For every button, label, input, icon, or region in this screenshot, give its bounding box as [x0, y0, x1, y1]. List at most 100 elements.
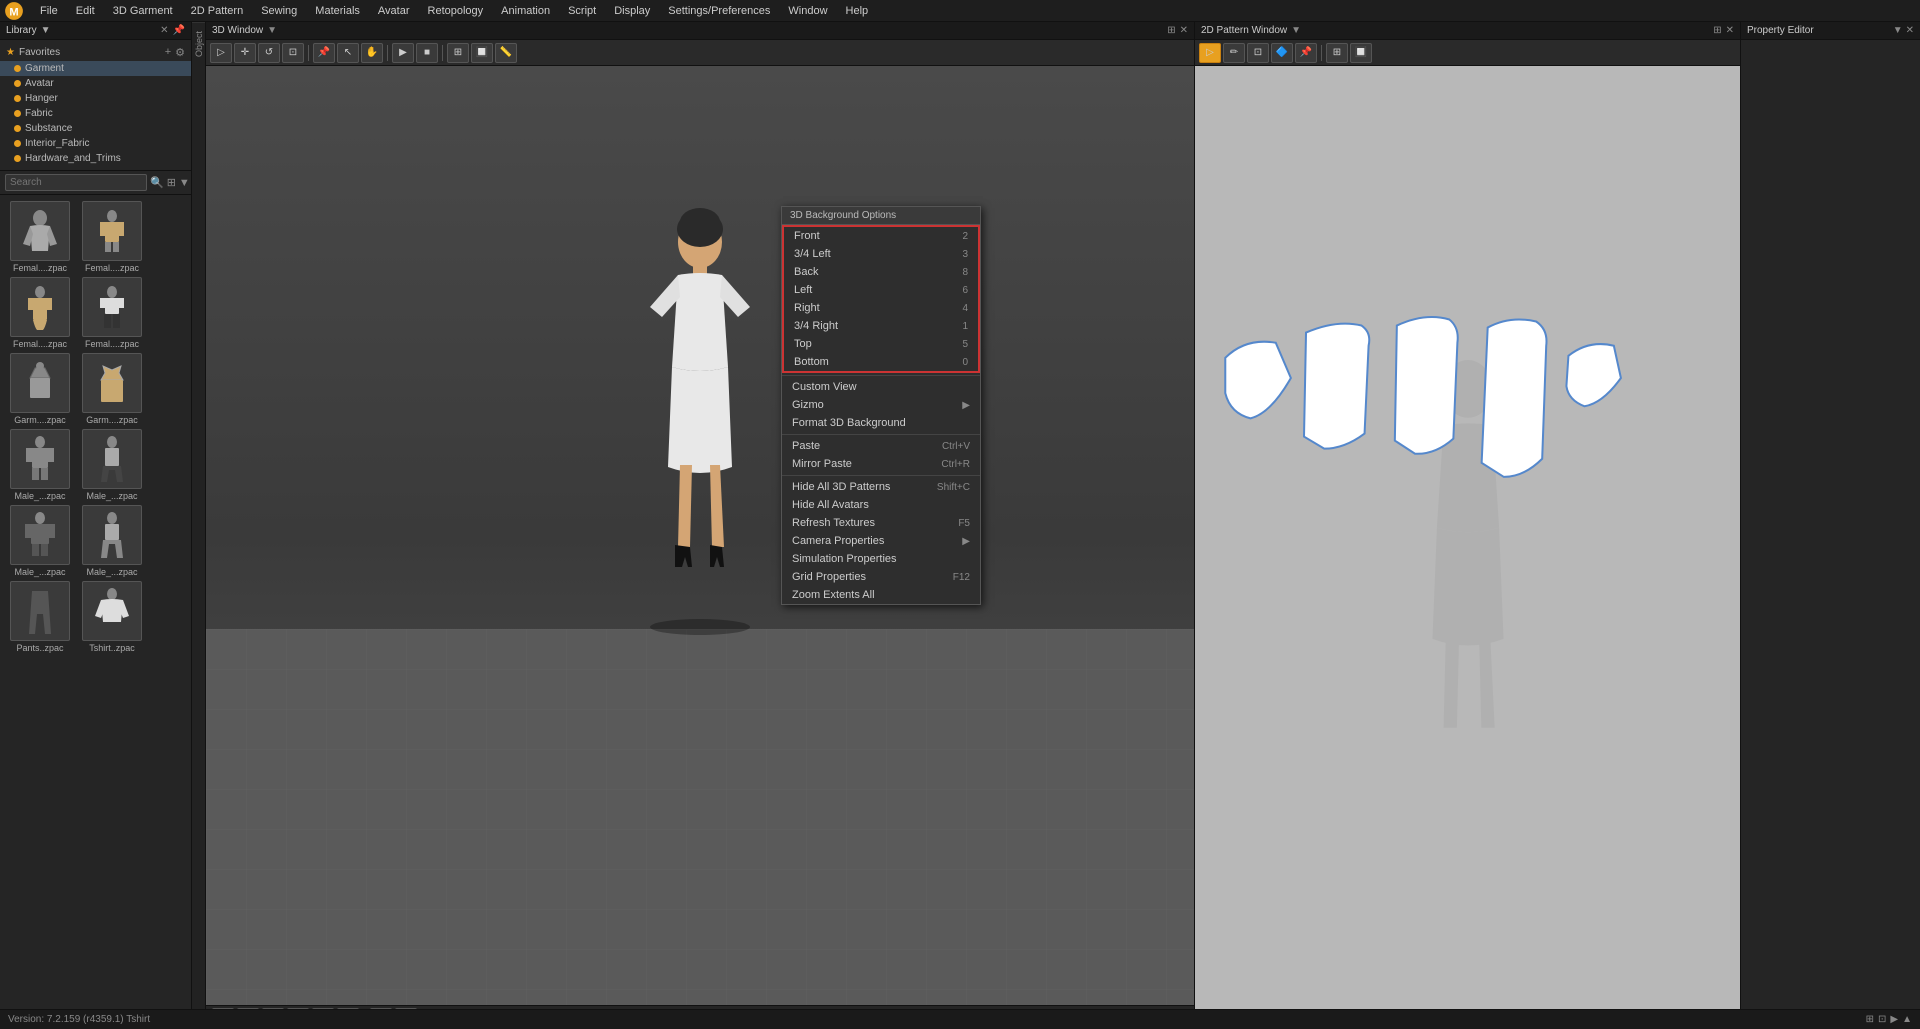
menu-item-materials[interactable]: Materials	[307, 3, 368, 19]
pattern-piece-1[interactable]	[1225, 342, 1291, 419]
2d-grid[interactable]: ⊞	[1326, 43, 1348, 63]
2d-close-icon[interactable]: ✕	[1726, 25, 1734, 36]
ctx-back[interactable]: Back 8	[784, 263, 978, 281]
2d-snap[interactable]: 🔲	[1350, 43, 1372, 63]
status-icon-3[interactable]: ▶	[1890, 1014, 1898, 1025]
ctx-format-3d[interactable]: Format 3D Background	[782, 414, 980, 432]
library-dropdown[interactable]: ▼	[41, 25, 51, 36]
menu-item-retopology[interactable]: Retopology	[420, 3, 492, 19]
favorites-settings[interactable]: ⚙	[175, 46, 185, 59]
toolbar-arrow[interactable]: ↖	[337, 43, 359, 63]
ctx-zoom-extents[interactable]: Zoom Extents All	[782, 586, 980, 604]
toolbar-select[interactable]: ▷	[210, 43, 232, 63]
pattern-piece-4[interactable]	[1482, 319, 1547, 476]
2d-tool5[interactable]: 📌	[1295, 43, 1317, 63]
toolbar-measure[interactable]: 📏	[495, 43, 517, 63]
list-item[interactable]: Male_...zpac	[6, 505, 74, 577]
status-icon-4[interactable]: ▲	[1902, 1014, 1912, 1025]
ctx-mirror-paste[interactable]: Mirror Paste Ctrl+R	[782, 455, 980, 473]
ctx-paste[interactable]: Paste Ctrl+V	[782, 437, 980, 455]
list-item[interactable]: Femal....zpac	[78, 277, 146, 349]
tree-item-fabric[interactable]: Fabric	[0, 106, 191, 121]
tree-item-garment[interactable]: Garment	[0, 61, 191, 76]
menu-item-3dgarment[interactable]: 3D Garment	[105, 3, 181, 19]
library-view-icon[interactable]: ⊞	[167, 176, 176, 189]
ctx-camera-properties[interactable]: Camera Properties ▶	[782, 532, 980, 550]
2d-tool4[interactable]: 🔷	[1271, 43, 1293, 63]
3d-window-expand[interactable]: ⊞	[1167, 25, 1175, 36]
menu-item-animation[interactable]: Animation	[493, 3, 558, 19]
viewport-3d[interactable]: 3D Background Options Front 2 3/4 Left 3…	[206, 66, 1194, 1005]
library-pin[interactable]: 📌	[173, 25, 185, 36]
menu-item-settings[interactable]: Settings/Preferences	[660, 3, 778, 19]
menu-item-display[interactable]: Display	[606, 3, 658, 19]
side-tab-object[interactable]: Object	[192, 22, 205, 65]
ctx-gizmo[interactable]: Gizmo ▶	[782, 396, 980, 414]
list-item[interactable]: Male_...zpac	[78, 505, 146, 577]
3d-window-close[interactable]: ✕	[1180, 25, 1188, 36]
2d-tool3[interactable]: ⊡	[1247, 43, 1269, 63]
list-item[interactable]: Male_...zpac	[78, 429, 146, 501]
list-item[interactable]: Femal....zpac	[78, 201, 146, 273]
2d-window-dropdown[interactable]: ▼	[1291, 25, 1301, 36]
ctx-34right[interactable]: 3/4 Right 1	[784, 317, 978, 335]
tree-item-hanger[interactable]: Hanger	[0, 91, 191, 106]
pattern-piece-5[interactable]	[1566, 344, 1621, 406]
property-expand[interactable]: ▼	[1893, 25, 1903, 36]
menu-item-script[interactable]: Script	[560, 3, 604, 19]
ctx-hide-patterns[interactable]: Hide All 3D Patterns Shift+C	[782, 478, 980, 496]
tree-item-hardware[interactable]: Hardware_and_Trims	[0, 151, 191, 166]
tree-item-avatar[interactable]: Avatar	[0, 76, 191, 91]
pattern-piece-3[interactable]	[1395, 317, 1458, 454]
toolbar-grab[interactable]: ✋	[361, 43, 383, 63]
library-search[interactable]	[5, 174, 147, 191]
ctx-grid-properties[interactable]: Grid Properties F12	[782, 568, 980, 586]
library-filter-icon[interactable]: ▼	[179, 177, 190, 189]
toolbar-stop[interactable]: ■	[416, 43, 438, 63]
ctx-hide-avatars[interactable]: Hide All Avatars	[782, 496, 980, 514]
ctx-left[interactable]: Left 6	[784, 281, 978, 299]
ctx-front[interactable]: Front 2	[784, 227, 978, 245]
menu-item-window[interactable]: Window	[780, 3, 835, 19]
toolbar-pin[interactable]: 📌	[313, 43, 335, 63]
list-item[interactable]: Garm....zpac	[6, 353, 74, 425]
tree-item-substance[interactable]: Substance	[0, 121, 191, 136]
library-close[interactable]: ✕	[160, 25, 168, 36]
list-item[interactable]: Tshirt..zpac	[78, 581, 146, 653]
toolbar-snap[interactable]: 🔲	[471, 43, 493, 63]
list-item[interactable]: Femal....zpac	[6, 277, 74, 349]
list-item[interactable]: Femal....zpac	[6, 201, 74, 273]
status-icon-2[interactable]: ⊡	[1878, 1014, 1886, 1025]
ctx-simulation-properties[interactable]: Simulation Properties	[782, 550, 980, 568]
viewport-2d[interactable]	[1195, 66, 1740, 1013]
2d-pencil[interactable]: ✏	[1223, 43, 1245, 63]
toolbar-grid[interactable]: ⊞	[447, 43, 469, 63]
ctx-right[interactable]: Right 4	[784, 299, 978, 317]
list-item[interactable]: Pants..zpac	[6, 581, 74, 653]
2d-expand-icon[interactable]: ⊞	[1713, 25, 1721, 36]
3d-window-dropdown[interactable]: ▼	[267, 25, 277, 36]
ctx-custom-view[interactable]: Custom View	[782, 378, 980, 396]
menu-item-avatar[interactable]: Avatar	[370, 3, 418, 19]
ctx-bottom[interactable]: Bottom 0	[784, 353, 978, 371]
menu-item-help[interactable]: Help	[838, 3, 877, 19]
pattern-piece-2[interactable]	[1304, 324, 1369, 449]
2d-select[interactable]: ▷	[1199, 43, 1221, 63]
menu-item-2dpattern[interactable]: 2D Pattern	[183, 3, 252, 19]
menu-item-file[interactable]: File	[32, 3, 66, 19]
status-icon-1[interactable]: ⊞	[1866, 1014, 1874, 1025]
list-item[interactable]: Male_...zpac	[6, 429, 74, 501]
list-item[interactable]: Garm....zpac	[78, 353, 146, 425]
menu-item-edit[interactable]: Edit	[68, 3, 103, 19]
ctx-34left[interactable]: 3/4 Left 3	[784, 245, 978, 263]
tree-item-interior-fabric[interactable]: Interior_Fabric	[0, 136, 191, 151]
toolbar-sim[interactable]: ▶	[392, 43, 414, 63]
property-close[interactable]: ✕	[1906, 25, 1914, 36]
ctx-top[interactable]: Top 5	[784, 335, 978, 353]
menu-item-sewing[interactable]: Sewing	[253, 3, 305, 19]
toolbar-rotate[interactable]: ↺	[258, 43, 280, 63]
favorites-add[interactable]: +	[165, 46, 171, 59]
toolbar-transform[interactable]: ✛	[234, 43, 256, 63]
ctx-refresh-textures[interactable]: Refresh Textures F5	[782, 514, 980, 532]
toolbar-scale[interactable]: ⊡	[282, 43, 304, 63]
